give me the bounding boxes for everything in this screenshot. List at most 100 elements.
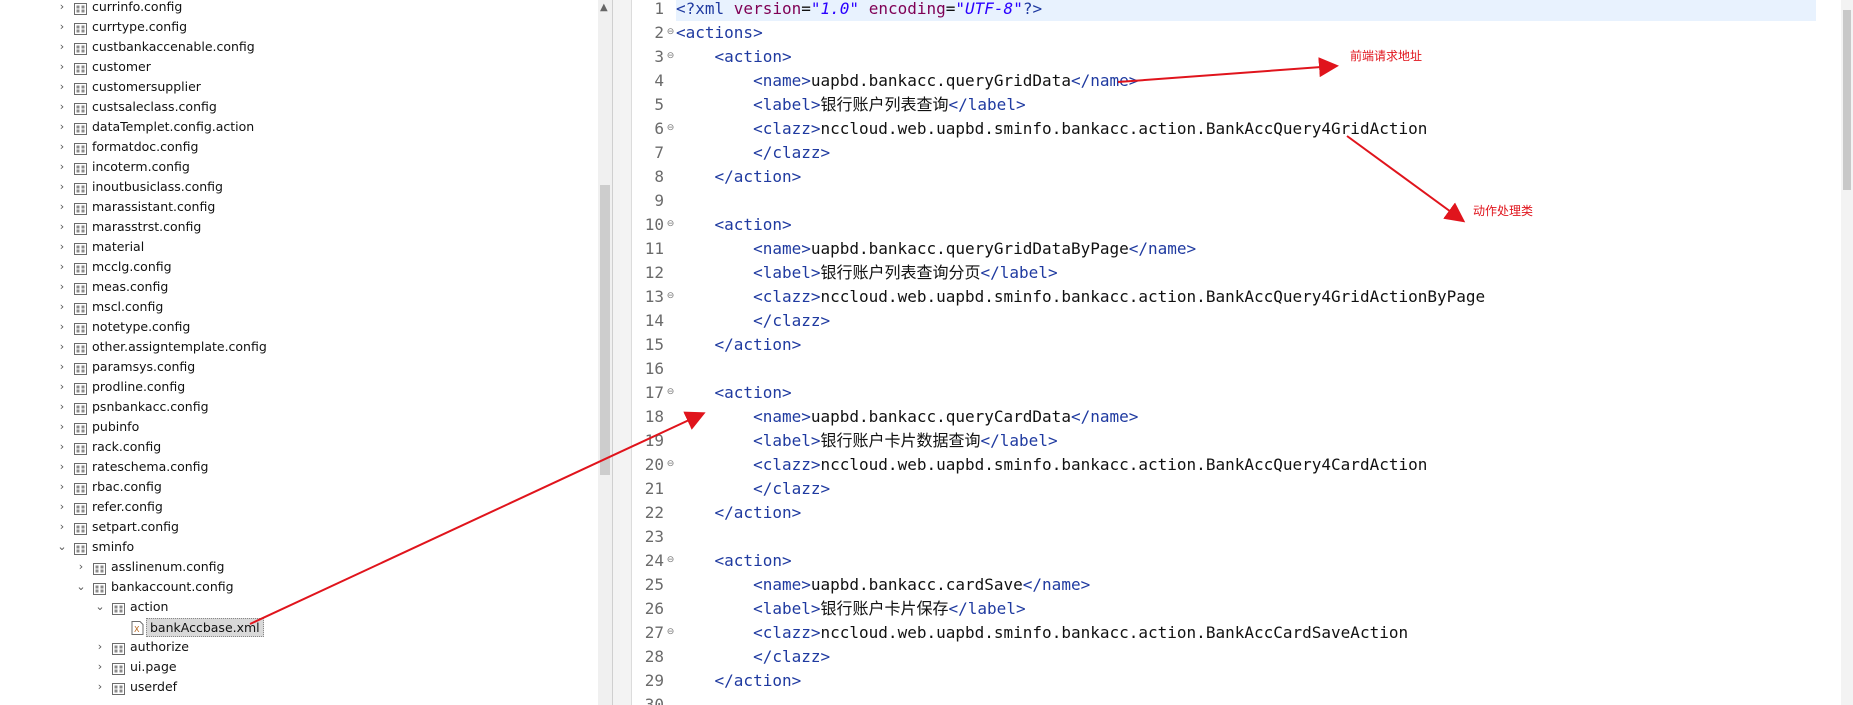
fold-toggle-icon[interactable]: ⊖: [666, 460, 675, 469]
code-line[interactable]: <name>uapbd.bankacc.cardSave</name>: [676, 573, 1090, 597]
line-number: 12: [644, 263, 664, 282]
chevron-right-icon[interactable]: ›: [56, 497, 68, 517]
chevron-right-icon[interactable]: ›: [94, 677, 106, 697]
chevron-right-icon[interactable]: ›: [56, 517, 68, 537]
line-number: 21: [644, 479, 664, 498]
tree-item-label: refer.config: [92, 499, 163, 514]
code-line[interactable]: <label>银行账户卡片数据查询</label>: [676, 429, 1058, 453]
chevron-right-icon[interactable]: ›: [56, 297, 68, 317]
code-line[interactable]: <clazz>nccloud.web.uapbd.sminfo.bankacc.…: [676, 621, 1408, 645]
chevron-right-icon[interactable]: ›: [56, 317, 68, 337]
package-icon: [74, 1, 87, 15]
fold-toggle-icon[interactable]: ⊖: [666, 388, 675, 397]
chevron-right-icon[interactable]: ›: [56, 457, 68, 477]
line-number: 5: [654, 95, 664, 114]
code-line[interactable]: <name>uapbd.bankacc.queryGridDataByPage<…: [676, 237, 1196, 261]
chevron-right-icon[interactable]: ›: [56, 197, 68, 217]
chevron-right-icon[interactable]: ›: [94, 637, 106, 657]
code-line[interactable]: </clazz>: [676, 477, 830, 501]
code-line[interactable]: <action>: [676, 45, 792, 69]
code-line[interactable]: <clazz>nccloud.web.uapbd.sminfo.bankacc.…: [676, 117, 1427, 141]
chevron-right-icon[interactable]: ›: [56, 357, 68, 377]
code-line[interactable]: <action>: [676, 381, 792, 405]
chevron-right-icon[interactable]: ›: [56, 377, 68, 397]
code-line[interactable]: </action>: [676, 501, 802, 525]
code-line[interactable]: <label>银行账户列表查询</label>: [676, 93, 1026, 117]
chevron-down-icon[interactable]: ⌄: [94, 597, 106, 617]
chevron-right-icon[interactable]: ›: [56, 137, 68, 157]
fold-toggle-icon[interactable]: ⊖: [666, 220, 675, 229]
chevron-down-icon[interactable]: ⌄: [75, 577, 87, 597]
package-icon: [74, 261, 87, 275]
code-line[interactable]: <name>uapbd.bankacc.queryCardData</name>: [676, 405, 1138, 429]
chevron-right-icon[interactable]: ›: [56, 117, 68, 137]
code-token: "UTF-8": [955, 0, 1023, 18]
code-line[interactable]: <?xml version="1.0" encoding="UTF-8"?>: [676, 0, 1816, 21]
chevron-right-icon[interactable]: ›: [56, 157, 68, 177]
tree-item-label: rateschema.config: [92, 459, 209, 474]
code-line[interactable]: </action>: [676, 669, 802, 693]
code-line[interactable]: </action>: [676, 165, 802, 189]
fold-toggle-icon[interactable]: ⊖: [666, 556, 675, 565]
code-token: </label>: [980, 431, 1058, 450]
chevron-right-icon[interactable]: ›: [56, 77, 68, 97]
code-line[interactable]: <action>: [676, 213, 792, 237]
editor-scrollbar[interactable]: [1841, 0, 1853, 705]
code-token: <clazz>: [753, 623, 821, 642]
package-icon: [112, 681, 125, 695]
chevron-right-icon[interactable]: ›: [56, 337, 68, 357]
editor-scrollbar-thumb[interactable]: [1843, 10, 1851, 190]
chevron-right-icon[interactable]: ›: [56, 37, 68, 57]
tree-item-label: userdef: [130, 679, 178, 694]
code-line[interactable]: <clazz>nccloud.web.uapbd.sminfo.bankacc.…: [676, 453, 1427, 477]
fold-toggle-icon[interactable]: ⊖: [666, 628, 675, 637]
chevron-right-icon[interactable]: ›: [56, 257, 68, 277]
chevron-right-icon[interactable]: ›: [56, 277, 68, 297]
fold-toggle-icon[interactable]: ⊖: [666, 52, 675, 61]
fold-toggle-icon[interactable]: ⊖: [666, 28, 675, 37]
code-line[interactable]: </clazz>: [676, 309, 830, 333]
chevron-right-icon[interactable]: ›: [56, 17, 68, 37]
chevron-right-icon[interactable]: ›: [56, 417, 68, 437]
chevron-right-icon[interactable]: ›: [75, 557, 87, 577]
line-number: 26: [644, 599, 664, 618]
chevron-right-icon[interactable]: ›: [56, 437, 68, 457]
code-line[interactable]: <label>银行账户卡片保存</label>: [676, 597, 1026, 621]
chevron-right-icon[interactable]: ›: [56, 477, 68, 497]
code-line[interactable]: <action>: [676, 549, 792, 573]
chevron-right-icon[interactable]: ›: [56, 177, 68, 197]
tree-scrollbar[interactable]: ▲: [598, 0, 612, 705]
chevron-right-icon[interactable]: ›: [56, 0, 68, 17]
tree-item-label: currinfo.config: [92, 0, 183, 14]
chevron-right-icon[interactable]: ›: [56, 237, 68, 257]
panel-divider[interactable]: [612, 0, 632, 705]
code-line[interactable]: <actions>: [676, 21, 763, 45]
chevron-right-icon[interactable]: ›: [56, 217, 68, 237]
fold-toggle-icon[interactable]: ⊖: [666, 124, 675, 133]
chevron-right-icon[interactable]: ›: [56, 397, 68, 417]
code-token: </label>: [980, 263, 1058, 282]
code-line[interactable]: </clazz>: [676, 141, 830, 165]
chevron-right-icon[interactable]: ›: [94, 657, 106, 677]
project-explorer-tree: › currinfo.config › currtype.config › custban…: [0, 0, 612, 705]
chevron-right-icon[interactable]: ›: [56, 97, 68, 117]
tree-item-label: mscl.config: [92, 299, 164, 314]
code-line[interactable]: </action>: [676, 333, 802, 357]
package-icon: [74, 221, 87, 235]
scroll-up-arrow-icon[interactable]: ▲: [600, 2, 608, 13]
tree-item-label: rbac.config: [92, 479, 162, 494]
tree-scrollbar-thumb[interactable]: [600, 185, 610, 475]
code-line[interactable]: <label>银行账户列表查询分页</label>: [676, 261, 1058, 285]
code-line[interactable]: </clazz>: [676, 645, 830, 669]
code-line[interactable]: <name>uapbd.bankacc.queryGridData</name>: [676, 69, 1138, 93]
package-icon: [74, 541, 87, 555]
tree-item-label: paramsys.config: [92, 359, 196, 374]
code-line[interactable]: <clazz>nccloud.web.uapbd.sminfo.bankacc.…: [676, 285, 1485, 309]
chevron-down-icon[interactable]: ⌄: [56, 537, 68, 557]
fold-toggle-icon[interactable]: ⊖: [666, 292, 675, 301]
xml-editor[interactable]: 1 2 ⊖ 3 ⊖ 4 5 6 ⊖ 7 8 9 10 ⊖ 11 12 13 ⊖ 14 15 16 17 ⊖ 18 19 20 ⊖ 21…: [632, 0, 1853, 705]
chevron-right-icon[interactable]: ›: [56, 57, 68, 77]
tree-item-label: action: [130, 599, 169, 614]
